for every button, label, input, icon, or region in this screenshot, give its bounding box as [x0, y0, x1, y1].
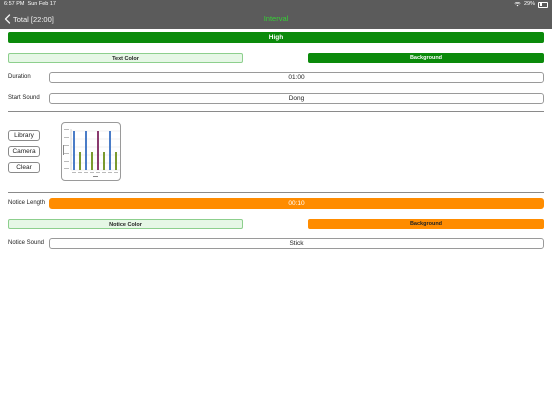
notice-length-label: Notice Length	[8, 200, 46, 206]
camera-button[interactable]: Camera	[8, 146, 40, 157]
divider	[8, 192, 544, 193]
notice-sound-field[interactable]: Stick	[49, 238, 544, 249]
battery-percent: 29%	[523, 1, 535, 7]
background-color-button[interactable]: Background	[308, 53, 544, 63]
image-thumbnail[interactable]	[61, 122, 121, 181]
status-date-text: Sun Feb 17	[27, 1, 56, 7]
battery-icon	[538, 1, 548, 8]
status-time: 6:57 PM Sun Feb 17	[4, 0, 56, 9]
duration-field[interactable]: 01:00	[49, 72, 544, 83]
status-right: 29%	[514, 0, 548, 9]
page-title: Interval	[263, 14, 289, 23]
priority-button[interactable]: High	[8, 32, 544, 43]
library-button[interactable]: Library	[8, 130, 40, 141]
start-sound-field[interactable]: Dong	[49, 93, 544, 104]
status-bar: 6:57 PM Sun Feb 17 29%	[0, 0, 552, 9]
divider	[8, 111, 544, 112]
status-time-text: 6:57 PM	[4, 1, 25, 7]
navigation-bar: Total [22:00] Interval	[0, 9, 552, 29]
chart-thumbnail-image	[63, 129, 120, 177]
wifi-icon	[514, 2, 521, 7]
clear-button[interactable]: Clear	[8, 162, 40, 173]
notice-background-button[interactable]: Background	[308, 219, 544, 229]
text-color-button[interactable]: Text Color	[8, 53, 243, 63]
notice-color-button[interactable]: Notice Color	[8, 219, 243, 229]
notice-sound-label: Notice Sound	[8, 240, 45, 246]
notice-length-field[interactable]: 00:10	[49, 198, 544, 209]
duration-label: Duration	[8, 74, 31, 80]
start-sound-label: Start Sound	[8, 95, 40, 101]
